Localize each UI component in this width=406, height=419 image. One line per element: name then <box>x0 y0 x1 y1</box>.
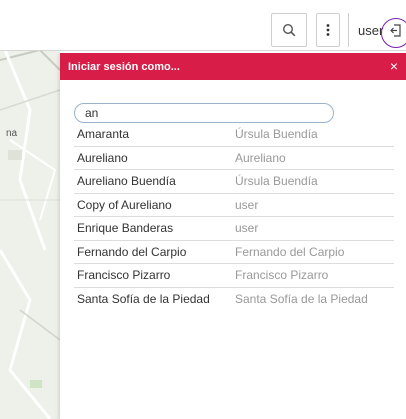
profile-name: Amaranta <box>77 127 130 142</box>
map-roads <box>0 50 60 419</box>
user-search-input[interactable] <box>74 103 334 123</box>
search-icon <box>282 23 296 37</box>
map-background[interactable]: na <box>0 50 60 419</box>
profile-name: Fernando del Carpio <box>77 244 187 259</box>
map-place-label: na <box>6 128 18 139</box>
logout-icon[interactable] <box>390 24 402 37</box>
list-item[interactable]: Santa Sofía de la Piedad Santa Sofía de l… <box>74 288 394 312</box>
user-label: user <box>358 22 384 38</box>
user-list: Amaranta Úrsula Buendía Aureliano Aureliano… <box>74 123 394 311</box>
list-item[interactable]: Amaranta Úrsula Buendía <box>74 123 394 147</box>
profile-user: Francisco Pizarro <box>235 268 329 283</box>
list-item[interactable]: Francisco Pizarro Francisco Pizarro <box>74 264 394 288</box>
close-icon[interactable]: × <box>390 59 398 73</box>
profile-name: Santa Sofía de la Piedad <box>77 292 210 307</box>
profile-name: Aureliano Buendía <box>77 174 176 189</box>
profile-user: Santa Sofía de la Piedad <box>235 292 368 307</box>
search-button[interactable] <box>271 13 307 47</box>
list-item[interactable]: Aureliano Buendía Úrsula Buendía <box>74 170 394 194</box>
profile-user: Aureliano <box>235 150 286 165</box>
impersonate-user-panel: Iniciar sesión como... × Amaranta Úrsula … <box>60 53 406 419</box>
profile-name: Copy of Aureliano <box>77 197 172 212</box>
more-options-button[interactable] <box>316 13 340 47</box>
more-vertical-icon <box>326 24 330 36</box>
profile-user: Fernando del Carpio <box>235 244 345 259</box>
profile-name: Aureliano <box>77 150 128 165</box>
panel-title: Iniciar sesión como... <box>68 60 180 73</box>
profile-user: user <box>235 221 259 236</box>
top-bar: user <box>0 0 406 51</box>
profile-name: Enrique Banderas <box>77 221 174 236</box>
profile-user: Úrsula Buendía <box>235 127 318 142</box>
profile-user: user <box>235 197 259 212</box>
panel-header: Iniciar sesión como... × <box>60 53 406 80</box>
search-field-wrapper <box>74 103 406 123</box>
profile-name: Francisco Pizarro <box>77 268 171 283</box>
list-item[interactable]: Aureliano Aureliano <box>74 147 394 170</box>
list-item[interactable]: Enrique Banderas user <box>74 217 394 241</box>
list-item[interactable]: Copy of Aureliano user <box>74 194 394 217</box>
list-item[interactable]: Fernando del Carpio Fernando del Carpio <box>74 241 394 264</box>
profile-user: Úrsula Buendía <box>235 174 318 189</box>
